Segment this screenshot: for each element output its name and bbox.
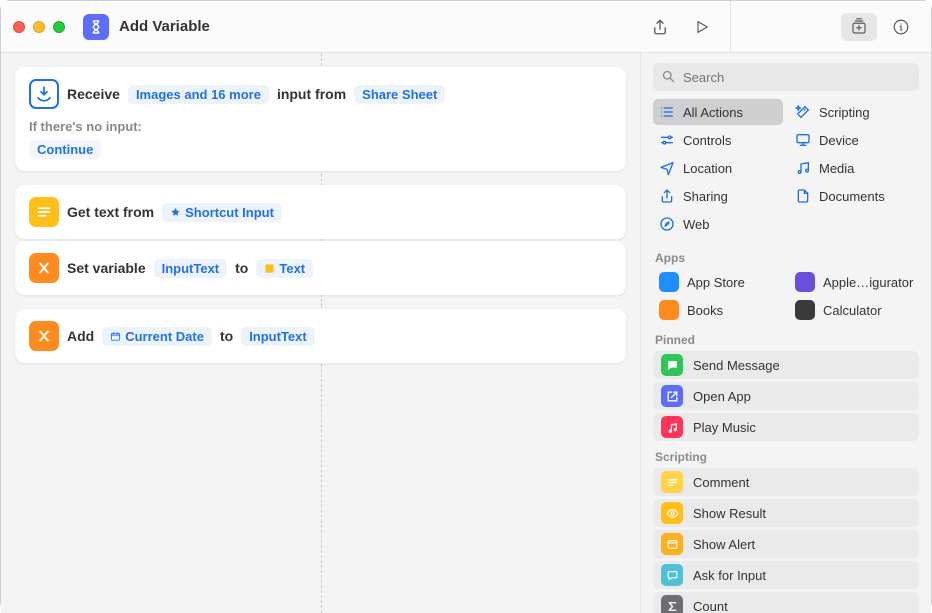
music-icon (795, 160, 811, 176)
page-title: Add Variable (119, 18, 642, 35)
category-sharing[interactable]: Sharing (653, 183, 783, 209)
search-field-wrap (653, 63, 919, 91)
search-icon (661, 69, 676, 84)
app-item[interactable]: Calculator (789, 297, 919, 323)
sigma-icon (661, 595, 683, 613)
app-icon (659, 272, 679, 292)
doc-icon (795, 188, 811, 204)
chat-icon (661, 564, 683, 586)
no-input-action-token[interactable]: Continue (29, 140, 101, 159)
apps-section-label: Apps (641, 245, 931, 269)
wand-icon (795, 104, 811, 120)
eye-icon (661, 502, 683, 524)
action-list-item[interactable]: Send Message (653, 351, 919, 379)
app-icon (795, 272, 815, 292)
add-label: Add (67, 328, 94, 344)
action-list-item[interactable]: Show Alert (653, 530, 919, 558)
action-list-item[interactable]: Show Result (653, 499, 919, 527)
app-icon (795, 300, 815, 320)
list-icon (659, 104, 675, 120)
window-icon (661, 533, 683, 555)
sliders-icon (659, 132, 675, 148)
receive-action-card[interactable]: Receive Images and 16 more input from Sh… (15, 67, 626, 171)
app-icon (659, 300, 679, 320)
search-input[interactable] (653, 63, 919, 91)
app-item[interactable]: Books (653, 297, 783, 323)
safari-icon (659, 216, 675, 232)
scripting-section-label: Scripting (641, 444, 931, 468)
category-web[interactable]: Web (653, 211, 783, 237)
add-to-variable-action-card[interactable]: Add Current Date to InputText (15, 309, 626, 363)
text-icon (29, 197, 59, 227)
titlebar: Add Variable (1, 1, 931, 53)
variable-name-token[interactable]: InputText (154, 259, 228, 278)
category-grid: All ActionsScriptingControlsDeviceLocati… (641, 99, 931, 245)
category-all-actions[interactable]: All Actions (653, 99, 783, 125)
category-media[interactable]: Media (789, 155, 919, 181)
category-location[interactable]: Location (653, 155, 783, 181)
action-list-item[interactable]: Count (653, 592, 919, 613)
desktop-icon (795, 132, 811, 148)
set-variable-label: Set variable (67, 260, 146, 276)
variable-icon (29, 253, 59, 283)
shortcut-icon (83, 14, 109, 40)
category-device[interactable]: Device (789, 127, 919, 153)
library-button[interactable] (841, 13, 877, 41)
action-list-item[interactable]: Play Music (653, 413, 919, 441)
no-input-label: If there's no input: (29, 119, 142, 134)
category-documents[interactable]: Documents (789, 183, 919, 209)
location-icon (659, 160, 675, 176)
category-controls[interactable]: Controls (653, 127, 783, 153)
receive-icon (29, 79, 59, 109)
category-scripting[interactable]: Scripting (789, 99, 919, 125)
action-list-item[interactable]: Ask for Input (653, 561, 919, 589)
music-icon (661, 416, 683, 438)
set-variable-action-card[interactable]: Set variable InputText to Text (15, 241, 626, 295)
add-target-token[interactable]: InputText (241, 327, 315, 346)
variable-value-token[interactable]: Text (256, 259, 313, 278)
input-types-token[interactable]: Images and 16 more (128, 85, 269, 104)
receive-label: Receive (67, 86, 120, 102)
from-label: input from (277, 86, 346, 102)
add-to-label: to (220, 328, 233, 344)
lines-icon (661, 471, 683, 493)
workflow-editor[interactable]: Receive Images and 16 more input from Sh… (1, 53, 640, 613)
run-button[interactable] (684, 13, 720, 41)
window-controls (13, 21, 65, 33)
minimize-button[interactable] (33, 21, 45, 33)
get-text-action-card[interactable]: Get text from Shortcut Input (15, 185, 626, 239)
share-icon (659, 188, 675, 204)
app-item[interactable]: Apple…igurator (789, 269, 919, 295)
close-button[interactable] (13, 21, 25, 33)
add-value-token[interactable]: Current Date (102, 327, 212, 346)
action-list-item[interactable]: Open App (653, 382, 919, 410)
info-button[interactable] (883, 13, 919, 41)
get-text-label: Get text from (67, 204, 154, 220)
to-label: to (235, 260, 248, 276)
input-source-token[interactable]: Share Sheet (354, 85, 445, 104)
maximize-button[interactable] (53, 21, 65, 33)
pinned-list: Send Message Open App Play Music (641, 351, 931, 444)
apps-grid: App StoreApple…iguratorBooksCalculator (641, 269, 931, 327)
action-list-item[interactable]: Comment (653, 468, 919, 496)
variable-icon (29, 321, 59, 351)
share-button[interactable] (642, 13, 678, 41)
pinned-section-label: Pinned (641, 327, 931, 351)
open-icon (661, 385, 683, 407)
message-icon (661, 354, 683, 376)
shortcut-input-token[interactable]: Shortcut Input (162, 203, 282, 222)
app-item[interactable]: App Store (653, 269, 783, 295)
action-library-sidebar: All ActionsScriptingControlsDeviceLocati… (640, 53, 931, 613)
scripting-list: Comment Show Result Show Alert Ask for Inpu… (641, 468, 931, 613)
